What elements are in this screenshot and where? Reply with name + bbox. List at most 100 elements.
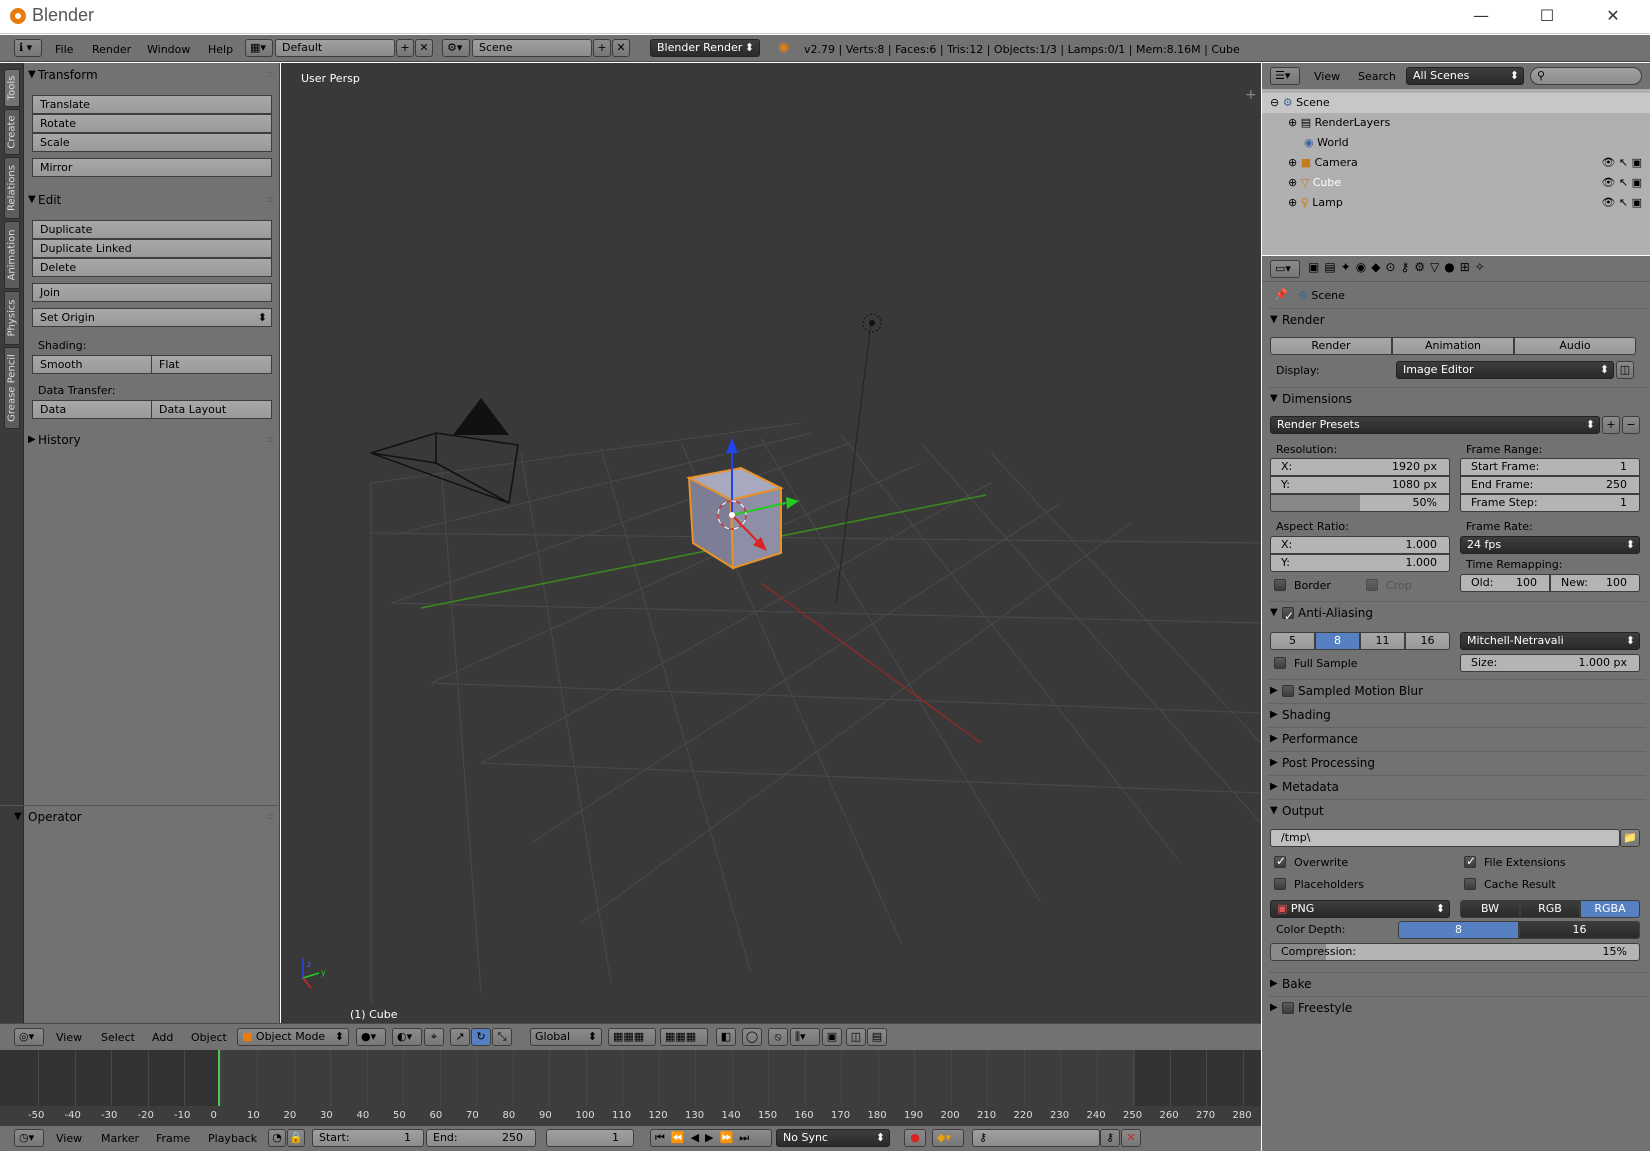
color-rgb-button[interactable]: RGB [1520,900,1580,918]
visibility-icons[interactable]: 👁 ↖ ▣ [1601,153,1642,173]
data-button[interactable]: Data [32,400,152,419]
drag-handle-icon[interactable]: :::: [266,64,275,86]
start-frame-field[interactable]: Start: 1 [312,1129,424,1147]
edit-panel-header[interactable]: ▼ Edit:::: [24,189,280,211]
visibility-icons[interactable]: 👁 ↖ ▣ [1601,193,1642,213]
expand-properties-icon[interactable]: + [1245,87,1257,103]
scene-field[interactable]: Scene [472,39,592,57]
overwrite-checkbox[interactable] [1274,854,1286,868]
record-icon[interactable]: ● [904,1129,926,1147]
drag-handle-icon[interactable]: :::: [266,806,275,828]
lock-range-icon[interactable]: 🔒 [287,1129,305,1147]
tab-relations[interactable]: Relations [4,157,20,219]
data-layout-button[interactable]: Data Layout [151,400,272,419]
menu-help[interactable]: Help [208,43,233,56]
tab-physics[interactable]: Physics [4,291,20,345]
start-frame-field[interactable]: Start Frame: 1 [1460,458,1640,476]
editor-type-3d-icon[interactable]: ◎▾ [14,1028,44,1046]
mode-select[interactable]: ■ Object Mode ⬍ [237,1028,349,1046]
duplicate-linked-button[interactable]: Duplicate Linked [32,239,272,258]
color-depth-8-button[interactable]: 8 [1398,921,1519,939]
aspect-y-field[interactable]: Y: 1.000 [1270,554,1450,572]
placeholders-checkbox[interactable] [1274,878,1286,890]
dimensions-panel-header[interactable]: ▼ Dimensions [1268,387,1646,409]
keyframe-type-icon[interactable]: ◆▾ [932,1129,964,1147]
manipulator-toggle-icon[interactable]: ⌖ [424,1028,444,1046]
aspect-x-field[interactable]: X: 1.000 [1270,536,1450,554]
pivot-point-icon[interactable]: ◐▾ [392,1028,422,1046]
frame-step-field[interactable]: Frame Step: 1 [1460,494,1640,512]
remove-preset-icon[interactable]: − [1622,416,1640,434]
sampled-motion-blur-panel-header[interactable]: ▶ Sampled Motion Blur [1268,679,1646,701]
orientation-select[interactable]: Global ⬍ [530,1028,602,1046]
set-origin-select[interactable]: Set Origin ⬍ [32,308,272,327]
context-tabs[interactable]: ▣▤✦◉◆⊙⚷⚙▽●⊞✧ [1308,260,1548,278]
tab-create[interactable]: Create [4,109,20,155]
animation-button[interactable]: Animation [1392,337,1514,355]
display-select[interactable]: Image Editor ⬍ [1396,361,1614,379]
translate-manipulator-icon[interactable]: ↗ [450,1028,470,1046]
crop-checkbox[interactable] [1366,579,1378,591]
drag-handle-icon[interactable]: :::: [266,189,275,211]
aa-samples-8[interactable]: 8 [1315,632,1360,650]
delete-keyframe-icon[interactable]: ✕ [1121,1129,1141,1147]
outliner-item-world[interactable]: ◉ World [1262,133,1650,153]
anti-aliasing-checkbox[interactable] [1282,605,1294,627]
freestyle-panel-header[interactable]: ▶ Freestyle [1268,996,1646,1018]
folder-icon[interactable]: 📁 [1620,829,1640,847]
freestyle-checkbox[interactable] [1282,1002,1294,1014]
z-gizmo-head[interactable] [726,438,738,453]
add-preset-icon[interactable]: + [1602,416,1620,434]
menu-render[interactable]: Render [92,43,131,56]
menu-search[interactable]: Search [1358,70,1396,83]
menu-add[interactable]: Add [152,1031,173,1044]
outliner-item-cube[interactable]: ⊕ ▽ Cube 👁 ↖ ▣ [1262,173,1650,193]
current-frame-field[interactable]: 1 [546,1129,634,1147]
aa-samples-11[interactable]: 11 [1360,632,1405,650]
close-button[interactable]: ✕ [1590,4,1636,28]
resolution-y-field[interactable]: Y: 1080 px [1270,476,1450,494]
menu-view[interactable]: View [56,1031,82,1044]
maximize-button[interactable]: ☐ [1524,4,1570,28]
render-presets-select[interactable]: Render Presets ⬍ [1270,416,1600,434]
flat-button[interactable]: Flat [151,355,272,374]
color-depth-16-button[interactable]: 16 [1519,921,1640,939]
editor-type-info-icon[interactable]: ℹ ▾ [14,39,42,57]
time-remap-new-field[interactable]: New: 100 [1550,574,1640,592]
mirror-button[interactable]: Mirror [32,158,272,177]
shading-panel-header[interactable]: ▶ Shading [1268,703,1646,725]
screen-layout-icon[interactable]: ▦▾ [245,39,273,57]
tab-grease-pencil[interactable]: Grease Pencil [4,347,20,429]
insert-keyframe-icon[interactable]: ⚷ [1100,1129,1120,1147]
output-panel-header[interactable]: ▼ Output [1268,799,1646,821]
compression-slider[interactable]: Compression: 15% [1270,943,1640,961]
outliner-list[interactable]: ⊖ ⚙ Scene ⊕ ▤ RenderLayers ◉ World ⊕ ■ C… [1262,89,1650,255]
anti-aliasing-panel-header[interactable]: ▼Anti-Aliasing [1268,601,1646,627]
duplicate-button[interactable]: Duplicate [32,220,272,239]
color-rgba-button[interactable]: RGBA [1580,900,1640,918]
menu-frame[interactable]: Frame [156,1132,190,1145]
history-panel-header[interactable]: ▶ History:::: [24,429,280,451]
snap-toggle-icon[interactable]: ⦸ [768,1028,788,1046]
translate-button[interactable]: Translate [32,95,272,114]
resolution-x-field[interactable]: X: 1920 px [1270,458,1450,476]
menu-marker[interactable]: Marker [101,1132,139,1145]
snap-element-icon[interactable]: ⫼▾ [790,1028,820,1046]
lock-layers-icon[interactable]: ◧ [716,1028,736,1046]
aa-size-field[interactable]: Size: 1.000 px [1460,654,1640,672]
viewport-shading-icon[interactable]: ●▾ [356,1028,386,1046]
rotate-button[interactable]: Rotate [32,114,272,133]
post-processing-panel-header[interactable]: ▶ Post Processing [1268,751,1646,773]
proportional-edit-icon[interactable]: ◯ [742,1028,762,1046]
menu-window[interactable]: Window [147,43,190,56]
file-format-select[interactable]: ▣ PNG ⬍ [1270,900,1450,918]
layers-group-1-icon[interactable]: ▦▦▦ [608,1028,656,1046]
time-remap-old-field[interactable]: Old: 100 [1460,574,1550,592]
menu-object[interactable]: Object [191,1031,227,1044]
aa-samples-16[interactable]: 16 [1405,632,1450,650]
minimize-button[interactable]: — [1458,4,1504,28]
add-screen-icon[interactable]: + [396,39,414,57]
join-button[interactable]: Join [32,283,272,302]
full-sample-checkbox[interactable] [1274,657,1286,669]
keying-set-field[interactable]: ⚷ [972,1129,1100,1147]
